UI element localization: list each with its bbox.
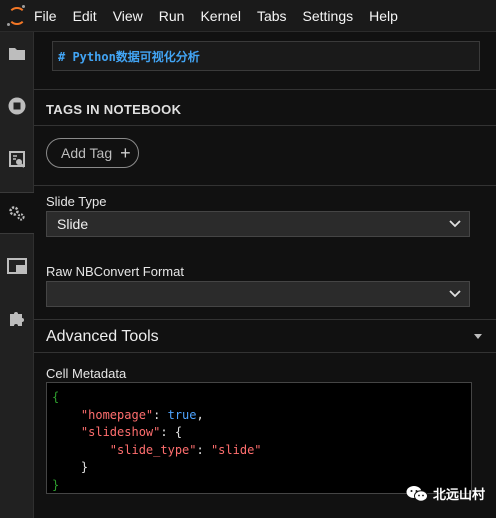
menu-file[interactable]: File xyxy=(34,8,57,24)
menu-tabs[interactable]: Tabs xyxy=(257,8,287,24)
advanced-tools-header[interactable]: Advanced Tools xyxy=(46,328,159,346)
menu-kernel[interactable]: Kernel xyxy=(200,8,240,24)
menu-view[interactable]: View xyxy=(113,8,143,24)
tabs-icon[interactable] xyxy=(0,246,33,286)
commands-icon[interactable] xyxy=(0,140,33,180)
watermark-text: 北远山村 xyxy=(433,488,486,503)
menu-help[interactable]: Help xyxy=(369,8,398,24)
cell-metadata-label: Cell Metadata xyxy=(46,366,127,381)
caret-down-icon[interactable] xyxy=(474,334,482,339)
menu-settings[interactable]: Settings xyxy=(303,8,354,24)
menubar: File Edit View Run Kernel Tabs Settings … xyxy=(0,0,496,32)
watermark: 北远山村 xyxy=(406,484,485,503)
tags-heading: TAGS IN NOTEBOOK xyxy=(46,102,182,117)
chevron-down-icon xyxy=(449,290,461,298)
json-brace: } xyxy=(52,477,60,492)
slide-type-label: Slide Type xyxy=(46,194,107,209)
chevron-down-icon xyxy=(449,220,461,228)
extension-icon[interactable] xyxy=(0,298,33,338)
json-value: true xyxy=(167,407,197,422)
running-icon[interactable] xyxy=(0,86,33,126)
slide-type-value: Slide xyxy=(57,216,89,232)
property-inspector-icon[interactable] xyxy=(0,192,34,234)
left-sidebar xyxy=(0,32,34,518)
add-tag-button[interactable]: Add Tag + xyxy=(46,138,139,168)
raw-format-select[interactable] xyxy=(46,281,470,307)
divider xyxy=(34,352,496,353)
cell-metadata-editor[interactable]: { "homepage": true, "slideshow": { "slid… xyxy=(46,382,472,494)
json-brace: { xyxy=(52,390,60,404)
raw-format-label: Raw NBConvert Format xyxy=(46,264,184,279)
json-key: "homepage" xyxy=(80,407,154,422)
plus-icon: + xyxy=(120,143,131,163)
menu-run[interactable]: Run xyxy=(159,8,185,24)
menu-edit[interactable]: Edit xyxy=(73,8,97,24)
json-value: "slide" xyxy=(210,442,262,457)
json-brace: } xyxy=(80,460,89,474)
jupyter-logo-icon[interactable] xyxy=(0,0,34,31)
property-inspector-panel: # Python数据可视化分析 TAGS IN NOTEBOOK Add Tag… xyxy=(34,32,496,518)
divider xyxy=(34,89,496,90)
active-cell-preview[interactable]: # Python数据可视化分析 xyxy=(52,41,480,71)
slide-type-select[interactable]: Slide xyxy=(46,211,470,237)
divider xyxy=(34,319,496,320)
divider xyxy=(34,185,496,186)
add-tag-label: Add Tag xyxy=(61,145,113,161)
wechat-icon xyxy=(406,485,428,502)
divider xyxy=(34,125,496,126)
json-key: "slideshow" xyxy=(80,425,161,439)
folder-icon[interactable] xyxy=(0,34,33,74)
json-key: "slide_type" xyxy=(109,442,197,457)
cell-preview-text: # Python数据可视化分析 xyxy=(58,50,200,64)
